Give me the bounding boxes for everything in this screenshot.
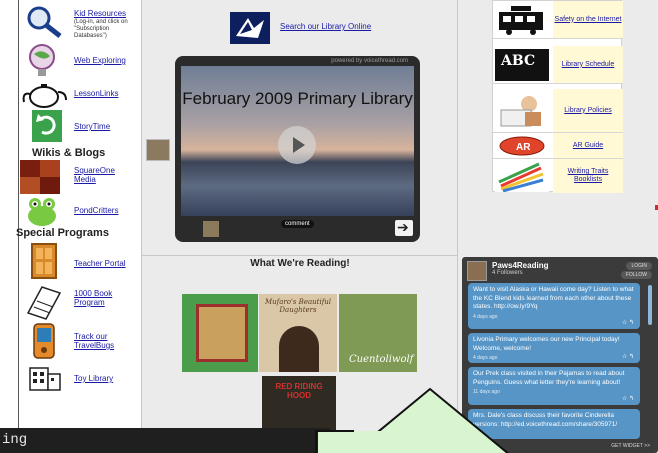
book-title: Cuentoliwolf — [349, 354, 414, 365]
bottom-bar-text: ing — [2, 432, 28, 448]
reading-child-icon — [495, 92, 549, 130]
tweet-time: 4 days ago — [473, 313, 498, 320]
section-divider — [142, 255, 458, 256]
wikis-blogs-header: Wikis & Blogs — [32, 147, 106, 159]
bottom-bar — [0, 428, 330, 453]
globe-bulb-icon — [22, 42, 66, 78]
follow-button[interactable]: FOLLOW — [620, 271, 652, 279]
commenter-thumbnail[interactable] — [203, 221, 219, 237]
next-arrow-icon[interactable] — [395, 219, 413, 236]
special-programs-header: Special Programs — [16, 227, 109, 239]
resource-row[interactable]: AR AR Guide — [493, 133, 623, 159]
callout-arrow-icon — [315, 387, 510, 453]
pencils-icon — [495, 162, 549, 193]
magnifier-icon — [22, 4, 66, 40]
safety-internet-link[interactable]: Safety on the Internet — [555, 16, 622, 24]
tweet-time: 4 days ago — [473, 355, 498, 361]
middle-column: Search our Library Online powered by voi… — [142, 0, 458, 453]
pondcritters-link[interactable]: PondCritters — [74, 206, 118, 215]
left-sidebar: Kid Resources (Log-in, and click on "Sub… — [0, 0, 142, 453]
resource-cell[interactable]: Writing Traits Booklists — [553, 159, 623, 193]
open-book-icon — [22, 283, 66, 320]
library-catalog-logo-icon[interactable] — [230, 12, 270, 44]
travelbugs-link[interactable]: Track our TravelBugs — [74, 332, 118, 350]
comment-button[interactable]: comment — [281, 220, 314, 228]
voicethread-controls: comment — [181, 218, 414, 240]
voicethread-player[interactable]: powered by voicethread.com February 2009… — [175, 56, 420, 242]
voicethread-title: February 2009 Primary Library — [182, 89, 413, 108]
reply-icon[interactable]: ☆ ↰ — [622, 353, 634, 360]
squareone-logo-icon — [20, 160, 60, 194]
get-widget-link[interactable]: GET WIDGET >> — [611, 443, 650, 449]
library-schedule-link[interactable]: Library Schedule — [562, 61, 615, 69]
book-cover[interactable] — [182, 294, 258, 372]
login-button[interactable]: LOGIN — [626, 262, 652, 270]
reading-section-title: What We're Reading! — [250, 258, 350, 269]
right-column: Safety on the Internet ABC Library Sched… — [458, 0, 658, 453]
kid-resources-note: (Log-in, and click on "Subscription Data… — [74, 19, 128, 39]
lessonlinks-link[interactable]: LessonLinks — [74, 89, 118, 98]
library-policies-link[interactable]: Library Policies — [564, 107, 611, 115]
widget-account-name[interactable]: Paws4Reading — [492, 261, 548, 270]
1000-book-link[interactable]: 1000 Book Program — [74, 289, 118, 307]
resource-row[interactable]: Library Policies — [493, 89, 623, 133]
play-icon[interactable] — [278, 126, 316, 164]
door-icon — [22, 243, 66, 279]
building-icon — [22, 364, 66, 400]
teapot-icon — [22, 76, 67, 112]
widget-scrollbar[interactable] — [648, 285, 652, 325]
follower-count: 4 Followers — [492, 270, 523, 276]
tweet-text: Livonia Primary welcomes our new Princip… — [473, 336, 620, 352]
book-title: Mufaro's Beautiful Daughters — [264, 298, 332, 314]
tweet-text: Want to visit Alaska or Hawaii come day?… — [473, 286, 634, 310]
voicethread-brand: powered by voicethread.com — [331, 58, 408, 64]
tweet-text: Our Prek class visited in their Pajamas … — [473, 370, 625, 386]
resource-row[interactable]: Writing Traits Booklists — [493, 159, 623, 193]
abc-chalkboard-icon: ABC — [495, 49, 549, 81]
ar-badge-icon: AR — [495, 135, 549, 157]
resource-links-table: Safety on the Internet ABC Library Sched… — [492, 0, 623, 193]
tweet-card[interactable]: Livonia Primary welcomes our new Princip… — [468, 333, 640, 363]
tweet-card[interactable]: Want to visit Alaska or Hawaii come day?… — [468, 283, 640, 329]
resource-cell[interactable]: AR Guide — [553, 133, 623, 158]
book-cover[interactable]: Cuentoliwolf — [339, 294, 417, 372]
voicethread-avatar-thumbnail[interactable] — [146, 139, 170, 161]
voicethread-slide[interactable]: February 2009 Primary Library — [181, 66, 414, 216]
web-exploring-link[interactable]: Web Exploring — [74, 56, 126, 65]
resource-cell[interactable]: Library Policies — [553, 89, 623, 132]
frog-icon — [22, 194, 66, 230]
avatar[interactable] — [467, 261, 487, 281]
book-cover[interactable]: Mufaro's Beautiful Daughters — [259, 294, 337, 372]
ar-guide-link[interactable]: AR Guide — [573, 142, 603, 150]
squareone-link[interactable]: SquareOne Media — [74, 166, 115, 184]
svg-text:AR: AR — [516, 142, 531, 153]
teacher-portal-link[interactable]: Teacher Portal — [74, 259, 126, 268]
gps-device-icon — [22, 320, 66, 359]
resource-cell[interactable]: Library Schedule — [553, 46, 623, 83]
toy-library-link[interactable]: Toy Library — [74, 374, 113, 383]
resource-row[interactable]: ABC Library Schedule — [493, 46, 623, 84]
school-bus-icon — [495, 4, 549, 36]
search-library-link[interactable]: Search our Library Online — [280, 22, 371, 31]
resource-cell[interactable]: Safety on the Internet — [553, 1, 623, 38]
recycle-book-icon — [22, 108, 66, 144]
reply-icon[interactable]: ☆ ↰ — [622, 319, 634, 326]
kid-resources-link[interactable]: Kid Resources — [74, 9, 126, 18]
resource-row[interactable]: Safety on the Internet — [493, 1, 623, 39]
reply-icon[interactable]: ☆ ↰ — [622, 395, 634, 402]
storytime-link[interactable]: StoryTime — [74, 122, 110, 131]
writing-traits-link[interactable]: Writing Traits Booklists — [553, 168, 623, 184]
